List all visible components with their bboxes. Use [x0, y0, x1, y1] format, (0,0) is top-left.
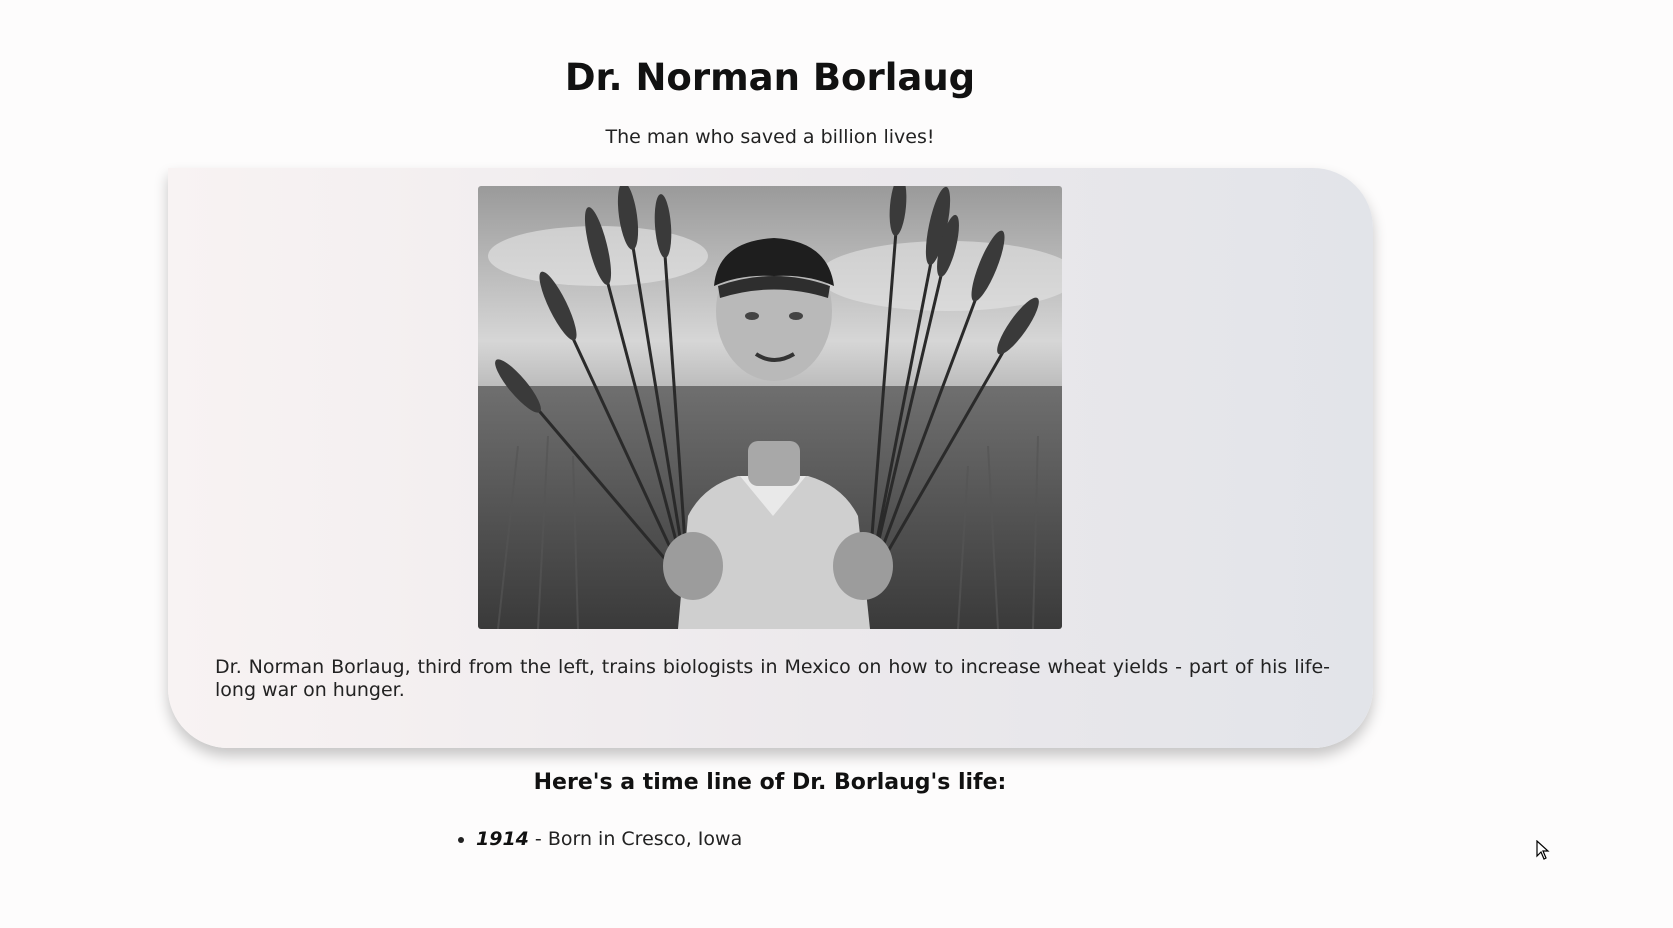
photo-caption: Dr. Norman Borlaug, third from the left,…	[215, 656, 1330, 701]
tribute-page: Dr. Norman Borlaug The man who saved a b…	[0, 0, 1673, 928]
page-title: Dr. Norman Borlaug	[564, 56, 976, 99]
page-subtitle: The man who saved a billion lives!	[605, 126, 935, 148]
timeline-item: 1914 - Born in Cresco, Iowa	[476, 824, 742, 854]
mouse-cursor-icon	[1536, 839, 1550, 864]
image-card: Dr. Norman Borlaug, third from the left,…	[168, 168, 1373, 748]
borlaug-photo	[478, 186, 1062, 629]
timeline-heading: Here's a time line of Dr. Borlaug's life…	[533, 770, 1007, 795]
timeline-list: 1914 - Born in Cresco, Iowa	[454, 824, 742, 854]
timeline-year: 1914	[476, 828, 529, 850]
timeline-text: - Born in Cresco, Iowa	[528, 828, 743, 850]
